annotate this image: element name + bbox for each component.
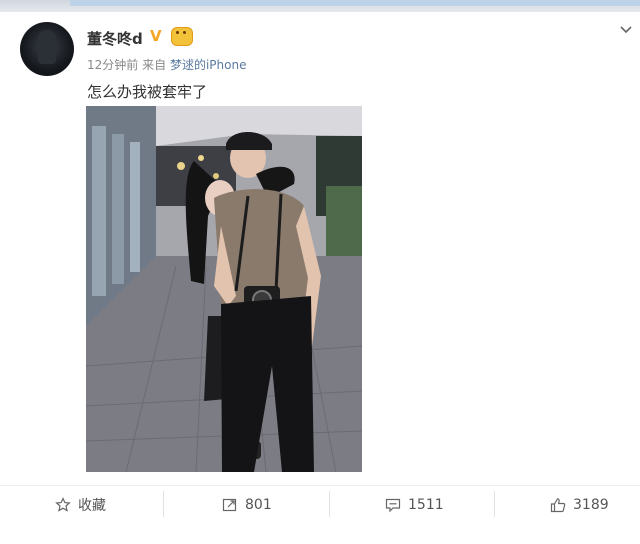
like-count: 3189 [573,497,609,513]
star-icon [55,497,71,512]
action-divider [329,491,330,517]
source-prefix: 来自 [142,58,167,72]
thumbs-up-icon [550,498,566,513]
post-time[interactable]: 12分钟前 [87,58,138,72]
post-actions-bar: 收藏 801 1511 3189 [0,488,640,522]
post-source[interactable]: 梦逑的iPhone [170,58,247,72]
repost-icon [222,498,237,512]
address-strip [70,0,640,6]
chevron-down-icon[interactable] [620,24,632,36]
repost-button[interactable]: 801 [222,488,272,522]
actions-top-border [0,485,640,486]
post-text: 怎么办我被套牢了 [87,83,208,101]
comment-button[interactable]: 1511 [385,488,444,522]
member-badge-icon[interactable] [171,27,193,46]
username[interactable]: 董冬咚d [87,28,143,49]
favorite-label: 收藏 [78,498,106,514]
post-photo[interactable] [86,106,362,472]
comment-icon [385,498,401,513]
avatar-figure [38,30,56,64]
post-meta: 12分钟前 来自 梦逑的iPhone [87,56,246,73]
avatar[interactable] [20,22,74,76]
verified-badge-icon: V [150,27,162,45]
comment-count: 1511 [408,497,444,513]
repost-count: 801 [245,497,272,513]
window-top-strip [0,0,640,12]
like-button[interactable]: 3189 [550,488,609,522]
action-divider [494,491,495,517]
action-divider [163,491,164,517]
favorite-button[interactable]: 收藏 [55,488,106,522]
